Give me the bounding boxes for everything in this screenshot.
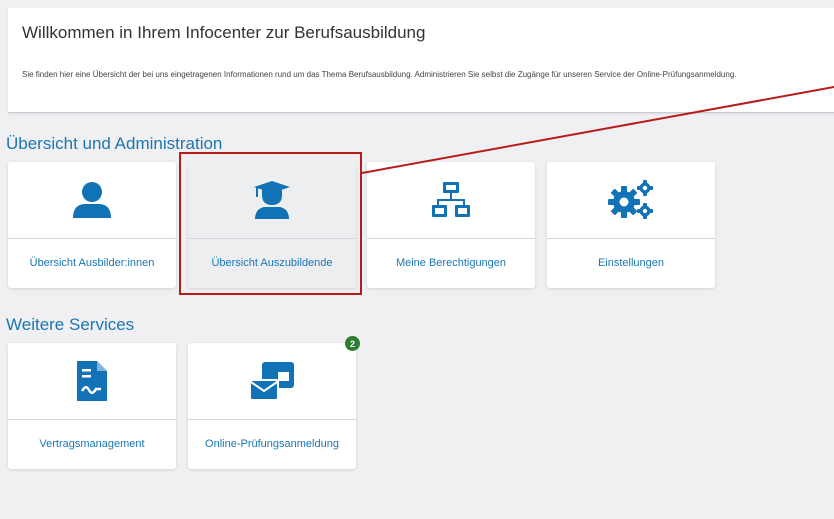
tile-label: Übersicht Auszubildende [211,257,333,269]
network-icon [432,182,470,217]
person-icon [73,182,111,218]
welcome-panel: Willkommen in Ihrem Infocenter zur Beruf… [8,8,834,113]
tile-label: Einstellungen [597,257,665,269]
tile-uebersicht-ausbilder[interactable]: Übersicht Ausbilder:innen [8,162,176,288]
graduate-icon [254,181,290,219]
section-title-services: Weitere Services [6,315,135,334]
tile-online-pruefungsanmeldung[interactable]: Online-Prüfungsanmeldung [188,343,356,469]
gears-icon [608,180,653,219]
tile-meine-berechtigungen[interactable]: Meine Berechtigungen [367,162,535,288]
section-title-administration: Übersicht und Administration [6,134,223,153]
notification-badge: 2 [345,336,360,351]
welcome-title: Willkommen in Ihrem Infocenter zur Beruf… [22,23,426,42]
mail-registration-icon [249,362,294,401]
tile-label: Übersicht Ausbilder:innen [29,257,155,269]
tile-label: Online-Prüfungsanmeldung [205,438,339,450]
tile-label: Meine Berechtigungen [395,257,507,269]
welcome-description: Sie finden hier eine Übersicht der bei u… [22,70,737,79]
tile-einstellungen[interactable]: Einstellungen [547,162,715,288]
contract-document-icon [77,361,107,401]
tile-vertragsmanagement[interactable]: Vertragsmanagement [8,343,176,469]
tile-label: Vertragsmanagement [39,438,145,450]
tile-uebersicht-auszubildende[interactable]: Übersicht Auszubildende [188,162,356,288]
